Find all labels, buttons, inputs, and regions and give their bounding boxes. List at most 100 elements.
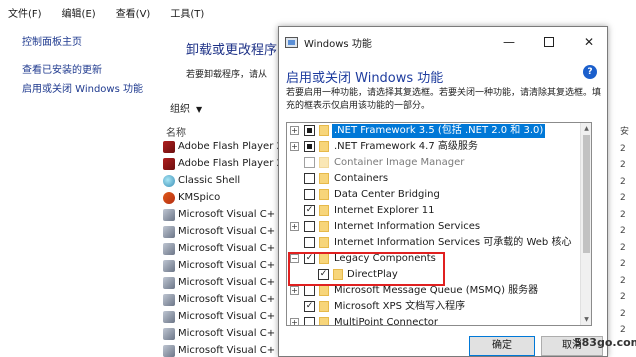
help-icon[interactable]: ? — [583, 65, 597, 79]
feature-label: Container Image Manager — [334, 157, 465, 168]
watermark: 583go.com — [574, 336, 636, 349]
feature-row[interactable]: Containers — [287, 171, 579, 187]
program-name: Adobe Flash Player 2 — [178, 141, 278, 152]
page-subtitle: 若要卸载程序，请从 — [186, 70, 268, 80]
shell-icon — [163, 174, 175, 187]
ok-button[interactable]: 确定 — [469, 336, 535, 356]
program-row[interactable]: Microsoft Visual C+ — [163, 342, 278, 357]
program-name: Microsoft Visual C+ — [178, 226, 276, 237]
program-row[interactable]: Microsoft Visual C+ — [163, 291, 278, 308]
feature-label: .NET Framework 4.7 高级服务 — [334, 141, 478, 152]
right-column-cell: 2 — [620, 143, 626, 154]
right-column-cell: 2 — [620, 176, 626, 187]
program-name: Microsoft Visual C+ — [178, 311, 276, 322]
feature-checkbox[interactable] — [304, 189, 315, 200]
program-row[interactable]: Microsoft Visual C+ — [163, 325, 278, 342]
expand-icon[interactable]: + — [290, 142, 299, 151]
feature-row[interactable]: Container Image Manager — [287, 155, 579, 171]
installer-icon — [163, 242, 175, 255]
program-name: Microsoft Visual C+ — [178, 209, 276, 220]
folder-icon — [319, 301, 329, 312]
folder-icon — [319, 285, 329, 296]
feature-checkbox[interactable] — [304, 141, 315, 152]
feature-row[interactable]: ✓ Microsoft XPS 文档写入程序 — [287, 299, 579, 315]
program-name: Microsoft Visual C+ — [178, 345, 276, 356]
feature-row[interactable]: + .NET Framework 3.5 (包括 .NET 2.0 和 3.0) — [287, 123, 579, 139]
expand-icon[interactable]: + — [290, 222, 299, 231]
right-column-cell: 2 — [620, 292, 626, 302]
feature-row[interactable]: + Internet Information Services — [287, 219, 579, 235]
scroll-up-icon[interactable]: ▲ — [581, 123, 591, 134]
program-row[interactable]: Adobe Flash Player 2 — [163, 138, 278, 155]
folder-icon — [319, 317, 329, 325]
features-tree: + .NET Framework 3.5 (包括 .NET 2.0 和 3.0)… — [286, 122, 592, 326]
feature-label: Containers — [334, 173, 389, 184]
feature-row[interactable]: Internet Information Services 可承载的 Web 核… — [287, 235, 579, 251]
right-column-cell: 2 — [620, 275, 626, 286]
program-row[interactable]: Microsoft Visual C+ — [163, 240, 278, 257]
scroll-thumb[interactable] — [583, 135, 590, 253]
expand-icon[interactable]: + — [290, 286, 299, 295]
dialog-heading: 启用或关闭 Windows 功能 — [286, 71, 444, 86]
feature-checkbox[interactable]: ✓ — [304, 301, 315, 312]
program-row[interactable]: Classic Shell — [163, 172, 278, 189]
program-name: Microsoft Visual C+ — [178, 243, 276, 254]
feature-row[interactable]: Data Center Bridging — [287, 187, 579, 203]
menu-tools[interactable]: 工具(T) — [170, 5, 204, 20]
feature-row[interactable]: ✓ Internet Explorer 11 — [287, 203, 579, 219]
menu-edit[interactable]: 编辑(E) — [62, 5, 96, 20]
installer-icon — [163, 276, 175, 289]
program-row[interactable]: Microsoft Visual C+ — [163, 257, 278, 274]
page-title: 卸载或更改程序 — [186, 43, 278, 58]
organize-button[interactable]: 组织 ▼ — [170, 100, 202, 115]
feature-checkbox[interactable] — [304, 317, 315, 325]
program-row[interactable]: Adobe Flash Player 2 — [163, 155, 278, 172]
folder-icon — [319, 205, 329, 216]
installer-icon — [163, 293, 175, 306]
dialog-titlebar[interactable]: Windows 功能 — ✕ — [279, 27, 607, 57]
program-name: Classic Shell — [178, 175, 241, 186]
folder-icon — [319, 141, 329, 152]
right-column-cell: 2 — [620, 242, 626, 253]
vertical-scrollbar[interactable]: ▲ ▼ — [580, 123, 591, 325]
feature-checkbox[interactable] — [304, 173, 315, 184]
folder-icon — [319, 125, 329, 136]
window-icon — [285, 36, 298, 48]
menu-file[interactable]: 文件(F) — [8, 5, 42, 20]
feature-checkbox[interactable] — [304, 157, 315, 168]
program-row[interactable]: Microsoft Visual C+ — [163, 274, 278, 291]
installer-icon — [163, 208, 175, 221]
right-column-cell: 2 — [620, 308, 626, 319]
scroll-down-icon[interactable]: ▼ — [581, 314, 591, 325]
feature-label: Internet Explorer 11 — [334, 205, 435, 216]
program-name: Microsoft Visual C+ — [178, 328, 276, 339]
windows-features-dialog: Windows 功能 — ✕ 启用或关闭 Windows 功能 ? 若要启用一种… — [278, 26, 608, 357]
maximize-button[interactable] — [531, 31, 567, 53]
feature-checkbox[interactable] — [304, 285, 315, 296]
highlight-box — [288, 252, 445, 286]
control-panel-home-link[interactable]: 控制面板主页 — [22, 36, 82, 50]
expand-icon[interactable]: + — [290, 318, 299, 325]
program-row[interactable]: Microsoft Visual C+ — [163, 206, 278, 223]
program-row[interactable]: Microsoft Visual C+ — [163, 223, 278, 240]
windows-features-link[interactable]: 启用或关闭 Windows 功能 — [22, 83, 143, 97]
column-header-name[interactable]: 名称 — [166, 124, 186, 139]
expand-icon[interactable]: + — [290, 126, 299, 135]
feature-row[interactable]: + MultiPoint Connector — [287, 315, 579, 325]
right-column-header[interactable]: 安 — [620, 124, 636, 141]
feature-row[interactable]: + .NET Framework 4.7 高级服务 — [287, 139, 579, 155]
program-row[interactable]: KMSpico — [163, 189, 278, 206]
program-list: Adobe Flash Player 2 Adobe Flash Player … — [163, 138, 278, 357]
flash-icon — [163, 140, 175, 153]
feature-checkbox[interactable] — [304, 125, 315, 136]
close-button[interactable]: ✕ — [571, 31, 607, 53]
installer-icon — [163, 344, 175, 357]
feature-checkbox[interactable] — [304, 237, 315, 248]
folder-icon — [319, 157, 329, 168]
feature-checkbox[interactable]: ✓ — [304, 205, 315, 216]
minimize-button[interactable]: — — [491, 31, 527, 53]
menu-view[interactable]: 查看(V) — [116, 5, 151, 20]
program-row[interactable]: Microsoft Visual C+ — [163, 308, 278, 325]
installed-updates-link[interactable]: 查看已安装的更新 — [22, 64, 102, 78]
feature-checkbox[interactable] — [304, 221, 315, 232]
